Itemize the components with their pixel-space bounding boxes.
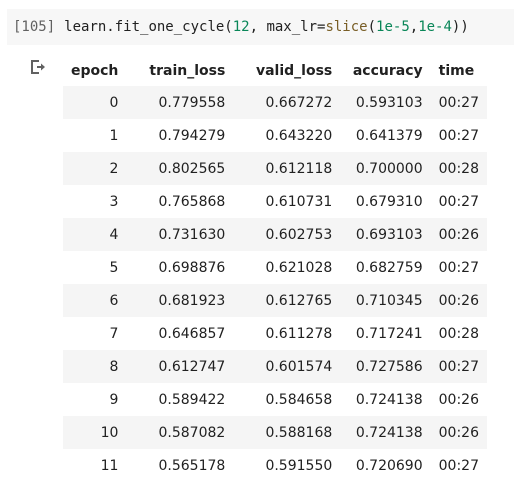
table-row: 8 0.612747 0.601574 0.727586 00:27 — [63, 350, 487, 383]
cell-train-loss: 0.565178 — [158, 457, 226, 474]
table-row: 5 0.698876 0.621028 0.682759 00:27 — [63, 251, 487, 284]
table-row: 6 0.681923 0.612765 0.710345 00:26 — [63, 284, 487, 317]
cell-accuracy: 0.641379 — [355, 127, 423, 144]
cell-train-loss: 0.794279 — [158, 127, 226, 144]
cell-epoch: 5 — [109, 259, 119, 276]
table-row: 1 0.794279 0.643220 0.641379 00:27 — [63, 119, 487, 152]
table-row: 11 0.565178 0.591550 0.720690 00:27 — [63, 449, 487, 482]
cell-train-loss: 0.646857 — [158, 325, 226, 342]
column-header-train-loss: train_loss — [149, 63, 226, 79]
cell-epoch: 7 — [109, 325, 119, 342]
cell-valid-loss: 0.584658 — [265, 391, 333, 408]
notebook-page: [105] learn.fit_one_cycle(12, max_lr=sli… — [0, 0, 515, 495]
table-header-row: epoch train_loss valid_loss accuracy tim… — [63, 56, 487, 86]
code-token: , max_lr= — [249, 19, 326, 35]
cell-accuracy: 0.720690 — [355, 457, 423, 474]
cell-time: 00:28 — [438, 325, 479, 342]
code-token: slice — [325, 19, 368, 35]
cell-time: 00:26 — [438, 292, 479, 309]
table-row: 3 0.765868 0.610731 0.679310 00:27 — [63, 185, 487, 218]
cell-train-loss: 0.587082 — [158, 424, 226, 441]
cell-time: 00:27 — [438, 94, 479, 111]
cell-time: 00:27 — [438, 193, 479, 210]
cell-train-loss: 0.779558 — [158, 94, 226, 111]
cell-accuracy: 0.724138 — [355, 424, 423, 441]
cell-time: 00:27 — [438, 358, 479, 375]
cell-epoch: 4 — [109, 226, 119, 243]
cell-epoch: 11 — [100, 457, 119, 474]
code-token: 12 — [232, 19, 250, 35]
table-body: 0 0.779558 0.667272 0.593103 00:27 1 0.794279 0… — [63, 86, 487, 482]
code-cell[interactable]: [105] learn.fit_one_cycle(12, max_lr=sli… — [7, 9, 514, 45]
output-arrow-icon[interactable] — [28, 58, 46, 76]
code-token: 1e-4 — [418, 19, 452, 35]
cell-accuracy: 0.717241 — [355, 325, 423, 342]
cell-epoch: 1 — [109, 127, 119, 144]
cell-accuracy: 0.710345 — [355, 292, 423, 309]
table-row: 2 0.802565 0.612118 0.700000 00:28 — [63, 152, 487, 185]
column-header-valid-loss: valid_loss — [255, 63, 333, 79]
cell-time: 00:26 — [438, 226, 479, 243]
cell-valid-loss: 0.667272 — [265, 94, 333, 111]
cell-train-loss: 0.612747 — [158, 358, 226, 375]
cell-accuracy: 0.724138 — [355, 391, 423, 408]
table-row: 0 0.779558 0.667272 0.593103 00:27 — [63, 86, 487, 119]
column-header-epoch: epoch — [71, 63, 119, 79]
table-row: 9 0.589422 0.584658 0.724138 00:26 — [63, 383, 487, 416]
cell-train-loss: 0.802565 — [158, 160, 226, 177]
cell-epoch: 6 — [109, 292, 119, 309]
cell-time: 00:27 — [438, 259, 479, 276]
cell-time: 00:26 — [438, 424, 479, 441]
code-token: 1e-5 — [376, 19, 410, 35]
cell-epoch: 3 — [109, 193, 119, 210]
code-text[interactable]: learn.fit_one_cycle(12, max_lr=slice(1e-… — [64, 19, 469, 35]
cell-valid-loss: 0.602753 — [265, 226, 333, 243]
cell-train-loss: 0.765868 — [158, 193, 226, 210]
cell-time: 00:26 — [438, 391, 479, 408]
cell-time: 00:28 — [438, 160, 479, 177]
table-row: 10 0.587082 0.588168 0.724138 00:26 — [63, 416, 487, 449]
code-token: ( — [367, 19, 377, 35]
cell-time: 00:27 — [438, 457, 479, 474]
training-results-table: epoch train_loss valid_loss accuracy tim… — [63, 56, 487, 482]
cell-time: 00:27 — [438, 127, 479, 144]
code-token: , — [409, 19, 419, 35]
cell-valid-loss: 0.611278 — [265, 325, 333, 342]
cell-accuracy: 0.679310 — [355, 193, 423, 210]
cell-accuracy: 0.693103 — [355, 226, 423, 243]
table-row: 7 0.646857 0.611278 0.717241 00:28 — [63, 317, 487, 350]
output-table-container: epoch train_loss valid_loss accuracy tim… — [63, 56, 487, 482]
cell-valid-loss: 0.601574 — [265, 358, 333, 375]
cell-accuracy: 0.593103 — [355, 94, 423, 111]
execution-count: [105] — [13, 19, 56, 35]
column-header-time: time — [438, 63, 475, 79]
table-row: 4 0.731630 0.602753 0.693103 00:26 — [63, 218, 487, 251]
cell-epoch: 8 — [109, 358, 119, 375]
cell-train-loss: 0.589422 — [158, 391, 226, 408]
cell-train-loss: 0.731630 — [158, 226, 226, 243]
cell-epoch: 9 — [109, 391, 119, 408]
cell-valid-loss: 0.612118 — [265, 160, 333, 177]
cell-epoch: 2 — [109, 160, 119, 177]
cell-valid-loss: 0.591550 — [265, 457, 333, 474]
cell-valid-loss: 0.612765 — [265, 292, 333, 309]
column-header-accuracy: accuracy — [352, 63, 423, 79]
cell-accuracy: 0.700000 — [355, 160, 423, 177]
cell-train-loss: 0.698876 — [158, 259, 226, 276]
cell-valid-loss: 0.610731 — [265, 193, 333, 210]
cell-accuracy: 0.727586 — [355, 358, 423, 375]
cell-valid-loss: 0.588168 — [265, 424, 333, 441]
cell-epoch: 10 — [100, 424, 119, 441]
cell-epoch: 0 — [109, 94, 119, 111]
cell-valid-loss: 0.621028 — [265, 259, 333, 276]
cell-valid-loss: 0.643220 — [265, 127, 333, 144]
cell-accuracy: 0.682759 — [355, 259, 423, 276]
cell-train-loss: 0.681923 — [158, 292, 226, 309]
code-token: learn.fit_one_cycle( — [64, 19, 233, 35]
code-token: )) — [451, 19, 469, 35]
